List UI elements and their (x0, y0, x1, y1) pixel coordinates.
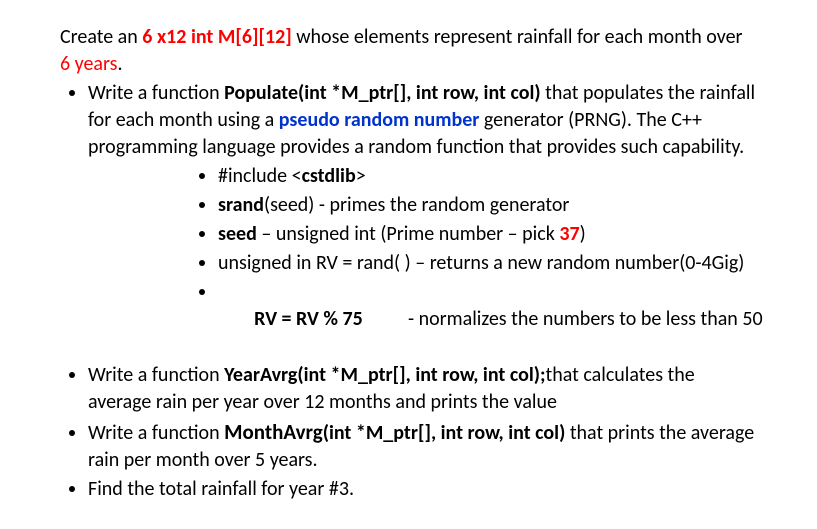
monthavrg-text-1: Write a function (88, 421, 224, 445)
rv-desc: - normalizes the numbers to be less than… (363, 307, 763, 331)
inner-srand: srand(seed) - primes the random generato… (218, 192, 757, 219)
yearavrg-signature: YearAvrg(int *M_ptr[], int row, int col)… (224, 363, 545, 387)
inner-bullet-list: #include <cstdlib> srand(seed) - primes … (88, 163, 757, 360)
include-c: > (356, 164, 366, 188)
bullet-yearavrg: Write a function YearAvrg(int *M_ptr[], … (88, 362, 757, 416)
inner-include: #include <cstdlib> (218, 163, 757, 190)
seed-name: seed (218, 222, 257, 246)
intro-years: 6 years (60, 52, 117, 76)
rand-line: unsigned in RV = rand( ) – returns a new… (218, 251, 744, 275)
populate-prng-term: pseudo random number (279, 108, 480, 132)
intro-text-1: Create an (60, 25, 142, 49)
bullet-total-year3: Find the total rainfall for year #3. (88, 476, 757, 503)
seed-value: 37 (559, 222, 579, 246)
intro-text-2: whose elements represent rainfall for ea… (292, 25, 743, 49)
seed-desc: – unsigned int (Prime number – pick (257, 222, 559, 246)
populate-text-1: Write a function (88, 81, 224, 105)
srand-desc: (seed) - primes the random generator (264, 193, 569, 217)
srand-name: srand (218, 193, 264, 217)
total-year3-text: Find the total rainfall for year #3. (88, 477, 354, 501)
populate-signature: Populate(int *M_ptr[], int row, int col) (224, 81, 541, 105)
bullet-monthavrg: Write a function MonthAvrg(int *M_ptr[],… (88, 418, 757, 474)
intro-paragraph: Create an 6 x12 int M[6][12] whose eleme… (60, 24, 757, 78)
include-a: #include < (218, 164, 302, 188)
main-bullet-list: Write a function Populate(int *M_ptr[], … (60, 80, 757, 503)
inner-rand: unsigned in RV = rand( ) – returns a new… (218, 250, 757, 277)
inner-rv: RV = RV % 75 - normalizes the numbers to… (218, 279, 757, 360)
monthavrg-name: MonthAvrg (224, 419, 323, 445)
bullet-populate: Write a function Populate(int *M_ptr[], … (88, 80, 757, 360)
yearavrg-text-1: Write a function (88, 363, 224, 387)
rv-expr: RV = RV % 75 (254, 307, 363, 331)
include-lib: cstdlib (302, 164, 356, 188)
intro-period: . (117, 52, 122, 76)
intro-array-decl: 6 x12 int M[6][12] (142, 25, 291, 49)
inner-seed: seed – unsigned int (Prime number – pick… (218, 221, 757, 248)
seed-close: ) (580, 222, 586, 246)
monthavrg-params: (int *M_ptr[], int row, int col) (323, 421, 566, 445)
